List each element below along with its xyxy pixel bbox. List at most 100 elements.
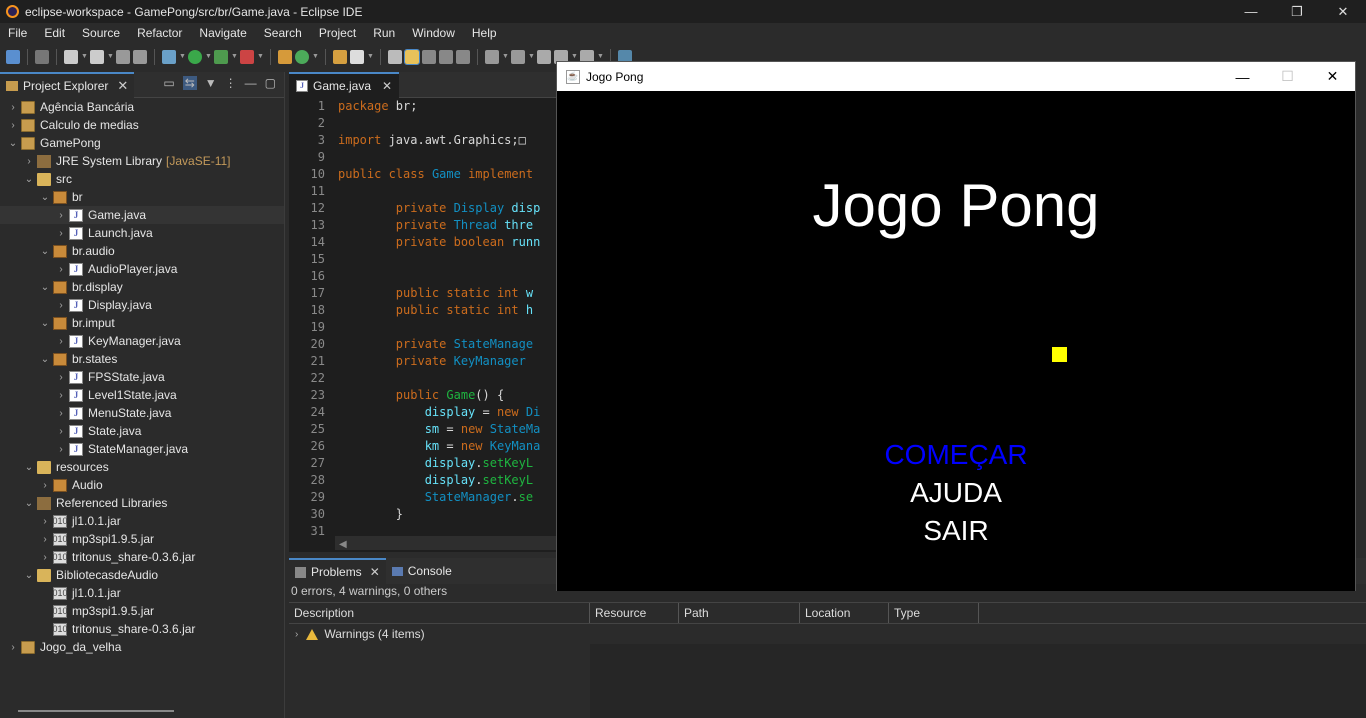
chevron-right-icon[interactable]: ›	[40, 534, 50, 545]
tree-item[interactable]: › J AudioPlayer.java	[0, 260, 284, 278]
tab-console[interactable]: Console	[386, 558, 458, 584]
new-file-icon[interactable]	[64, 49, 78, 64]
menu-navigate[interactable]: Navigate	[191, 26, 255, 40]
menu-source[interactable]: Source	[74, 26, 129, 40]
chevron-down-icon[interactable]: ⌄	[40, 318, 50, 329]
menu-window[interactable]: Window	[404, 26, 464, 40]
tree-item[interactable]: ⌄ br.imput	[0, 314, 284, 332]
word-wrap-icon[interactable]	[422, 49, 436, 64]
last-edit-icon[interactable]	[537, 49, 551, 64]
view-menu-icon[interactable]: ⋮	[225, 76, 237, 90]
chevron-right-icon[interactable]: ›	[8, 120, 18, 131]
save-icon[interactable]	[116, 49, 130, 64]
tree-item[interactable]: › Jogo_da_velha	[0, 638, 284, 656]
chevron-down-icon[interactable]: ⌄	[24, 462, 34, 473]
menu-option-comecar[interactable]: COMEÇAR	[557, 439, 1355, 471]
chevron-down-icon[interactable]: ⌄	[8, 138, 18, 149]
external-tools-icon[interactable]	[240, 49, 254, 64]
tree-item[interactable]: ⌄ br.audio	[0, 242, 284, 260]
mark-occurrences-icon[interactable]	[404, 48, 420, 65]
code-area[interactable]: 1 package br; 2 3 import java.awt.Graphics;□…	[289, 98, 556, 552]
tree-item[interactable]: ⌄ Referenced Libraries	[0, 494, 284, 512]
close-tab-icon[interactable]: ✕	[370, 565, 380, 579]
tree-item[interactable]: › JRE System Library [JavaSE-11]	[0, 152, 284, 170]
menu-search[interactable]: Search	[256, 26, 311, 40]
new-icon[interactable]	[6, 49, 20, 64]
show-whitespace-icon[interactable]	[456, 49, 470, 64]
tree-item[interactable]: ⌄ br.states	[0, 350, 284, 368]
chevron-down-icon[interactable]: ⌄	[40, 192, 50, 203]
chevron-right-icon[interactable]: ›	[8, 642, 18, 653]
game-canvas[interactable]: Jogo Pong COMEÇAR AJUDA SAIR	[557, 91, 1355, 591]
chevron-right-icon[interactable]: ›	[56, 210, 66, 221]
tree-item[interactable]: › J MenuState.java	[0, 404, 284, 422]
tree-item[interactable]: › 010 mp3spi1.9.5.jar	[0, 530, 284, 548]
column-header-path[interactable]: Path	[679, 603, 800, 623]
tree-item[interactable]: › Calculo de medias	[0, 116, 284, 134]
column-header-location[interactable]: Location	[800, 603, 889, 623]
tree-item[interactable]: › Agência Bancária	[0, 98, 284, 116]
tree-item[interactable]: ⌄ br	[0, 188, 284, 206]
prev-annotation-icon[interactable]	[511, 49, 525, 64]
chevron-down-icon[interactable]: ⌄	[24, 570, 34, 581]
tree-item[interactable]: ⌄ resources	[0, 458, 284, 476]
column-header-resource[interactable]: Resource	[590, 603, 679, 623]
editor-horizontal-scrollbar[interactable]: ◀	[335, 536, 556, 550]
menu-refactor[interactable]: Refactor	[129, 26, 191, 40]
chevron-right-icon[interactable]: ›	[56, 300, 66, 311]
column-header-description[interactable]: Description	[289, 603, 590, 623]
menu-help[interactable]: Help	[464, 26, 506, 40]
tree-item[interactable]: ⌄ GamePong	[0, 134, 284, 152]
chevron-down-icon[interactable]: ⌄	[24, 498, 34, 509]
chevron-right-icon[interactable]: ›	[56, 444, 66, 455]
chevron-right-icon[interactable]: ›	[24, 156, 34, 167]
tab-game-java[interactable]: J Game.java ✕	[289, 71, 400, 98]
coverage-icon[interactable]	[214, 49, 228, 64]
tree-item[interactable]: ⌄ BibliotecasdeAudio	[0, 566, 284, 584]
tab-problems[interactable]: Problems ✕	[289, 558, 386, 584]
expand-arrow-icon[interactable]: ›	[295, 629, 298, 640]
chevron-down-icon[interactable]: ⌄	[40, 354, 50, 365]
tree-item[interactable]: › J FPSState.java	[0, 368, 284, 386]
menu-file[interactable]: File	[0, 26, 36, 40]
tree-item[interactable]: › 010 tritonus_share-0.3.6.jar	[0, 548, 284, 566]
minimize-view-icon[interactable]: —	[245, 76, 257, 90]
close-icon[interactable]: ✕	[1320, 0, 1366, 23]
chevron-right-icon[interactable]: ›	[56, 372, 66, 383]
minimize-icon[interactable]: —	[1220, 62, 1265, 91]
menu-edit[interactable]: Edit	[36, 26, 74, 40]
minimize-icon[interactable]: —	[1228, 0, 1274, 23]
toggle-breadcrumb-icon[interactable]	[388, 49, 402, 64]
tree-item[interactable]: › J StateManager.java	[0, 440, 284, 458]
tab-project-explorer[interactable]: Project Explorer ✕	[0, 71, 135, 98]
settings-icon[interactable]	[35, 49, 49, 64]
run-icon[interactable]	[188, 49, 202, 64]
menu-project[interactable]: Project	[311, 26, 365, 40]
block-selection-icon[interactable]	[439, 49, 453, 64]
tree-item[interactable]: › J Game.java	[0, 206, 284, 224]
new-window-icon[interactable]	[90, 49, 104, 64]
column-header-type[interactable]: Type	[889, 603, 979, 623]
debug-icon[interactable]	[162, 49, 176, 64]
open-type-icon[interactable]	[333, 49, 347, 64]
tree-item[interactable]: 010 mp3spi1.9.5.jar	[0, 602, 284, 620]
tree-item[interactable]: › J Launch.java	[0, 224, 284, 242]
chevron-right-icon[interactable]: ›	[56, 336, 66, 347]
search-tool-icon[interactable]	[350, 49, 364, 64]
chevron-down-icon[interactable]: ⌄	[24, 174, 34, 185]
chevron-right-icon[interactable]: ›	[56, 264, 66, 275]
chevron-right-icon[interactable]: ›	[56, 408, 66, 419]
tree-item[interactable]: › J State.java	[0, 422, 284, 440]
maximize-view-icon[interactable]: ▢	[265, 76, 276, 90]
menu-option-sair[interactable]: SAIR	[557, 515, 1355, 547]
tree-item[interactable]: › J Level1State.java	[0, 386, 284, 404]
chevron-right-icon[interactable]: ›	[40, 552, 50, 563]
tree-item[interactable]: 010 tritonus_share-0.3.6.jar	[0, 620, 284, 638]
horizontal-scrollbar[interactable]	[18, 710, 174, 712]
new-class-icon[interactable]	[295, 49, 309, 64]
link-editor-icon[interactable]: ⇆	[182, 76, 197, 90]
tree-item[interactable]: ⌄ br.display	[0, 278, 284, 296]
scroll-left-icon[interactable]: ◀	[339, 539, 347, 550]
collapse-all-icon[interactable]: ▭	[163, 76, 174, 90]
filter-icon[interactable]: ▼	[205, 76, 217, 90]
